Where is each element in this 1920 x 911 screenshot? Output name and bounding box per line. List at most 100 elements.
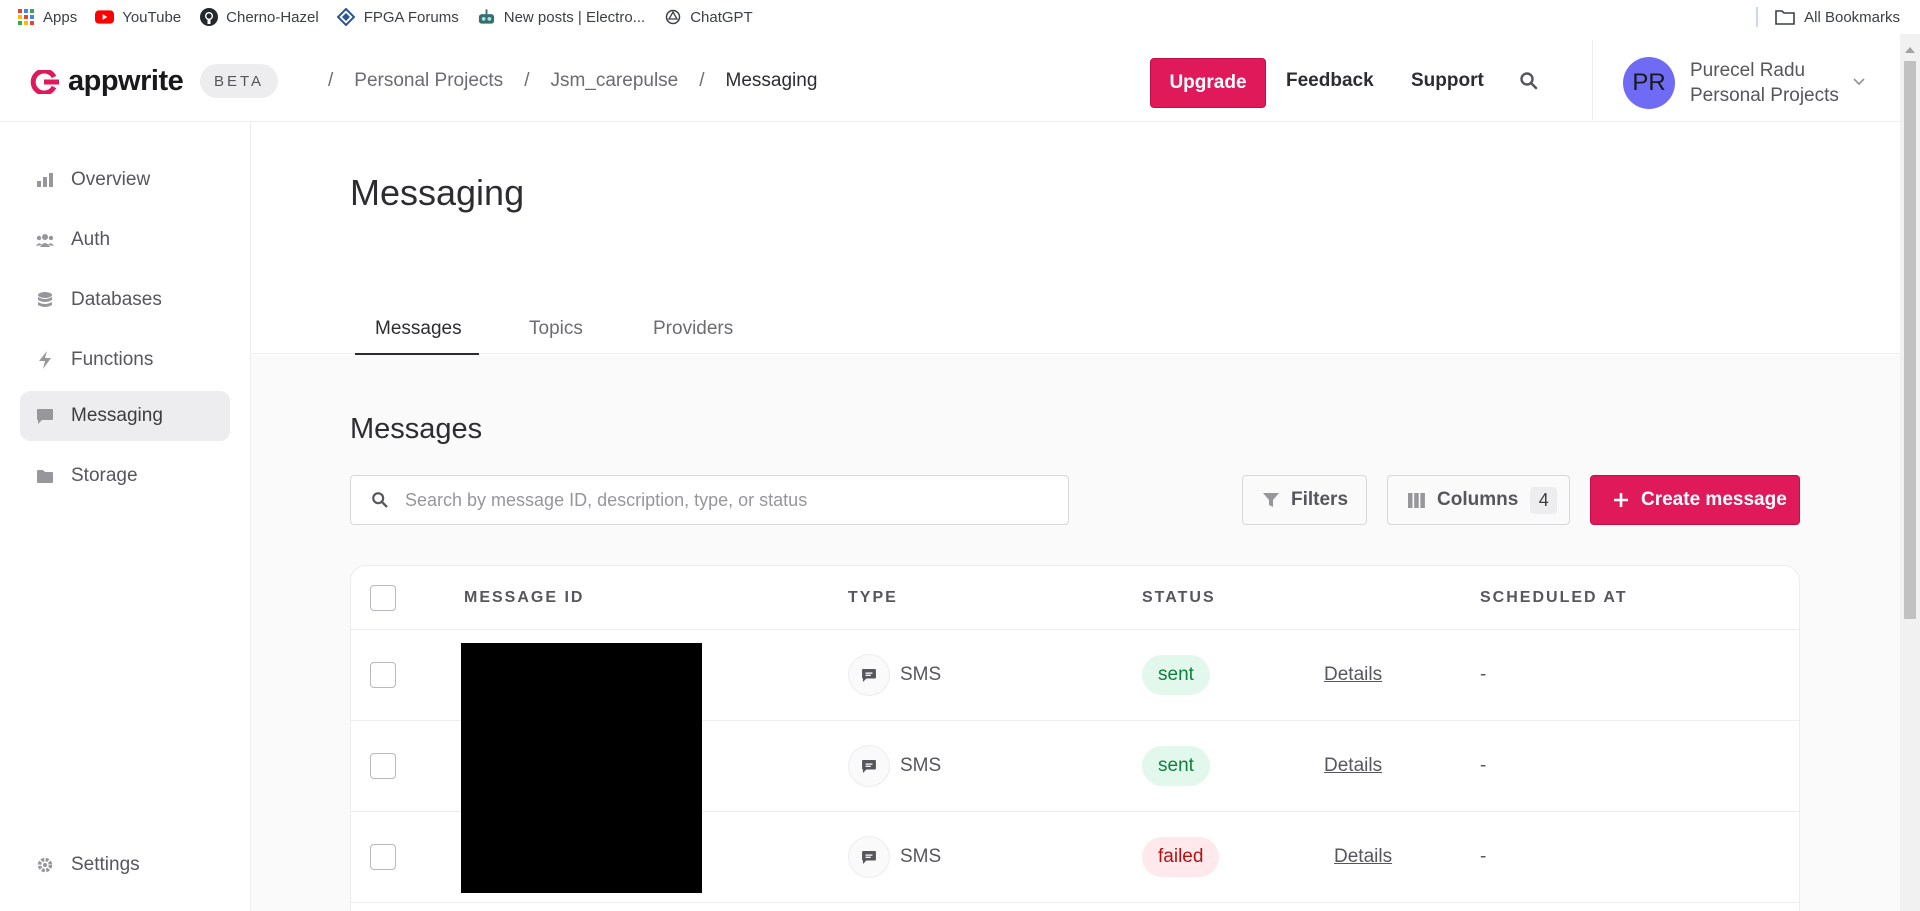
gear-icon	[36, 856, 54, 874]
user-menu[interactable]: Purecel Radu Personal Projects	[1690, 58, 1839, 108]
filters-button[interactable]: Filters	[1242, 475, 1367, 525]
breadcrumb: / Personal Projects / Jsm_carepulse / Me…	[307, 70, 817, 92]
sidebar-item-overview[interactable]: Overview	[20, 155, 230, 205]
bookmark-chatgpt[interactable]: ChatGPT	[663, 8, 753, 27]
users-icon	[36, 231, 54, 249]
sidebar-item-label: Databases	[71, 289, 162, 310]
search-icon[interactable]	[1519, 71, 1539, 96]
row-checkbox[interactable]	[370, 753, 396, 779]
search-icon	[371, 491, 389, 509]
details-link[interactable]: Details	[1324, 664, 1382, 686]
scheduled-at: -	[1480, 755, 1487, 776]
apps-grid-icon	[16, 8, 35, 27]
row-checkbox[interactable]	[370, 844, 396, 870]
breadcrumb-separator: /	[699, 70, 705, 91]
chevron-down-icon[interactable]	[1852, 74, 1866, 92]
folder-icon	[36, 467, 54, 485]
sidebar-item-label: Settings	[71, 854, 140, 875]
bookmarks-divider	[1756, 7, 1758, 27]
sidebar-item-messaging[interactable]: Messaging	[20, 391, 230, 441]
details-link[interactable]: Details	[1334, 846, 1392, 868]
page-title: Messaging	[350, 172, 525, 213]
appwrite-logo[interactable]: appwrite	[30, 65, 184, 98]
column-header-message-id[interactable]: MESSAGE ID	[464, 589, 584, 607]
support-button[interactable]: Support	[1411, 70, 1484, 92]
sidebar: Overview Auth Databases Functions Messag…	[0, 122, 251, 911]
bookmark-label: ChatGPT	[690, 8, 753, 26]
feedback-button[interactable]: Feedback	[1286, 70, 1374, 92]
columns-label: Columns	[1437, 489, 1519, 510]
all-bookmarks[interactable]: All Bookmarks	[1775, 0, 1900, 34]
chart-icon	[36, 171, 54, 189]
filters-label: Filters	[1291, 489, 1349, 510]
tab-providers[interactable]: Providers	[653, 318, 733, 340]
avatar[interactable]: PR	[1623, 57, 1675, 109]
github-icon	[199, 8, 218, 27]
sidebar-item-label: Storage	[71, 465, 138, 486]
user-org: Personal Projects	[1690, 85, 1839, 106]
search-box	[350, 475, 1069, 525]
sidebar-item-storage[interactable]: Storage	[20, 451, 230, 501]
scheduled-at: -	[1480, 664, 1487, 685]
breadcrumb-separator: /	[328, 70, 334, 91]
create-message-label: Create message	[1641, 489, 1787, 510]
sidebar-item-label: Functions	[71, 349, 154, 370]
appwrite-logo-icon	[30, 69, 60, 94]
bookmark-youtube[interactable]: YouTube	[95, 8, 181, 27]
header-divider	[1592, 40, 1593, 120]
filter-icon	[1263, 492, 1279, 508]
upgrade-button[interactable]: Upgrade	[1150, 58, 1266, 108]
app-header: appwrite BETA / Personal Projects / Jsm_…	[0, 34, 1900, 122]
columns-button[interactable]: Columns 4	[1387, 475, 1570, 525]
logo-text: appwrite	[68, 65, 184, 97]
bookmark-cherno-hazel[interactable]: Cherno-Hazel	[199, 8, 319, 27]
bookmark-label: FPGA Forums	[363, 8, 459, 26]
column-header-status[interactable]: STATUS	[1142, 589, 1216, 607]
sms-icon	[848, 745, 890, 787]
sms-icon	[848, 654, 890, 696]
scheduled-at: -	[1480, 846, 1487, 867]
bookmarks-bar: Apps YouTube Cherno-Hazel FPGA Forums Ne…	[0, 0, 1920, 34]
scrollbar-thumb[interactable]	[1904, 61, 1916, 619]
all-bookmarks-label: All Bookmarks	[1804, 8, 1900, 26]
robot-icon	[477, 8, 496, 27]
column-header-type[interactable]: TYPE	[848, 589, 898, 607]
user-name: Purecel Radu	[1690, 60, 1806, 81]
sms-icon	[848, 836, 890, 878]
scrollbar[interactable]	[1900, 34, 1920, 911]
bookmark-label: Cherno-Hazel	[226, 8, 319, 26]
bookmark-fpga-forums[interactable]: FPGA Forums	[337, 8, 459, 27]
columns-icon	[1408, 492, 1425, 508]
details-link[interactable]: Details	[1324, 755, 1382, 777]
fpga-forum-icon	[337, 8, 356, 27]
bookmark-label: YouTube	[122, 8, 182, 26]
bookmark-label: Apps	[43, 8, 78, 26]
row-checkbox[interactable]	[370, 662, 396, 688]
create-message-button[interactable]: Create message	[1590, 475, 1800, 525]
tab-messages[interactable]: Messages	[375, 318, 462, 340]
message-type: SMS	[900, 755, 942, 776]
search-input[interactable]	[405, 489, 1005, 511]
tab-topics[interactable]: Topics	[529, 318, 583, 340]
columns-count-badge: 4	[1530, 486, 1558, 514]
sidebar-item-label: Auth	[71, 229, 111, 250]
bookmark-apps[interactable]: Apps	[16, 8, 77, 27]
bookmark-electro[interactable]: New posts | Electro...	[477, 8, 645, 27]
breadcrumb-project[interactable]: Jsm_carepulse	[550, 70, 678, 92]
beta-badge: BETA	[200, 64, 278, 98]
sidebar-item-databases[interactable]: Databases	[20, 275, 230, 325]
column-header-scheduled-at[interactable]: SCHEDULED AT	[1480, 589, 1628, 607]
scroll-up-arrow-icon[interactable]	[1905, 40, 1915, 58]
sidebar-item-label: Messaging	[71, 405, 163, 426]
message-type: SMS	[900, 846, 942, 867]
sidebar-item-functions[interactable]: Functions	[20, 335, 230, 385]
message-type: SMS	[900, 664, 942, 685]
bookmark-label: New posts | Electro...	[503, 8, 646, 26]
status-badge: failed	[1142, 837, 1220, 877]
select-all-checkbox[interactable]	[370, 585, 396, 611]
sidebar-item-auth[interactable]: Auth	[20, 215, 230, 265]
status-badge: sent	[1142, 746, 1210, 786]
lightning-icon	[36, 351, 54, 369]
breadcrumb-org[interactable]: Personal Projects	[354, 70, 503, 92]
sidebar-item-settings[interactable]: Settings	[20, 840, 230, 890]
